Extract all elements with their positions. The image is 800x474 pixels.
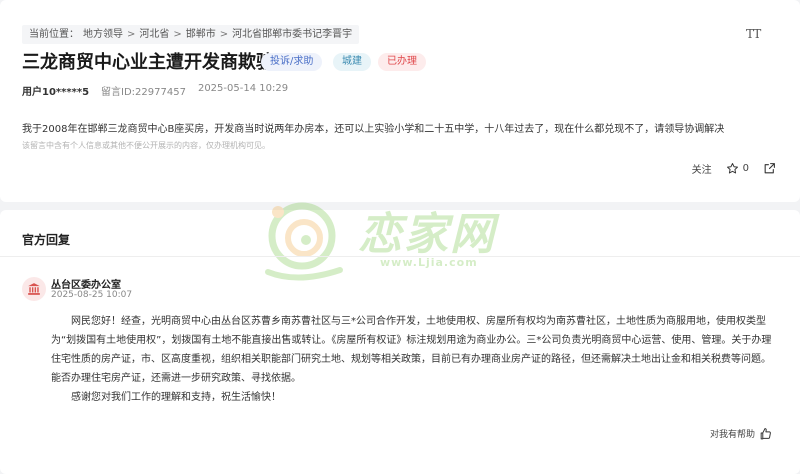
breadcrumb-label: 当前位置： bbox=[29, 29, 79, 40]
breadcrumb-separator: > bbox=[219, 29, 229, 40]
helpful-label: 对我有帮助 bbox=[709, 430, 755, 440]
username: 用户10*****5 bbox=[22, 87, 90, 98]
breadcrumb-item-region[interactable]: 地方领导 bbox=[83, 25, 123, 44]
divider bbox=[0, 256, 800, 257]
share-icon bbox=[764, 163, 775, 174]
font-size-icon[interactable]: TT bbox=[746, 27, 761, 41]
reply-paragraph: 感谢您对我们工作的理解和支持，祝生活愉快！ bbox=[71, 392, 281, 403]
message-datetime: 2025-05-14 10:29 bbox=[197, 83, 289, 94]
like-count: 0 bbox=[742, 163, 749, 174]
thumbs-up-icon bbox=[760, 428, 771, 440]
department-name: 丛台区委办公室 bbox=[51, 280, 121, 291]
reply-datetime: 2025-08-25 10:07 bbox=[51, 290, 133, 300]
page-title: 三龙商贸中心业主遭开发商欺骗 bbox=[22, 52, 274, 73]
breadcrumb-separator: > bbox=[173, 29, 182, 40]
field-tag: 城建 bbox=[333, 53, 371, 71]
breadcrumb-item-city[interactable]: 邯郸市 bbox=[186, 25, 216, 44]
snail-logo-icon bbox=[265, 202, 343, 281]
reply-body: 网民您好！经查，光明商贸中心由丛台区苏曹乡南苏曹社区与三*公司合作开发，土地使用… bbox=[51, 312, 779, 407]
message-card: 当前位置： 地方领导 > 河北省 > 邯郸市 > 河北省邯郸市委书记李晋宇 TT… bbox=[0, 0, 800, 202]
message-actions: 关注 0 bbox=[692, 161, 776, 176]
helpful-button[interactable]: 对我有帮助 bbox=[710, 427, 772, 440]
follow-label: 关注 bbox=[691, 165, 712, 176]
breadcrumb-item-province[interactable]: 河北省 bbox=[139, 25, 169, 44]
watermark-logo: 恋家网 www.Ljia.com bbox=[258, 192, 494, 292]
share-button[interactable] bbox=[763, 162, 776, 175]
avatar bbox=[22, 277, 46, 301]
breadcrumb: 当前位置： 地方领导 > 河北省 > 邯郸市 > 河北省邯郸市委书记李晋宇 bbox=[22, 25, 360, 44]
privacy-disclaimer: 该留言中含有个人信息或其他不便公开展示的内容，仅办理机构可见。 bbox=[22, 141, 270, 150]
status-badge: 已办理 bbox=[378, 53, 426, 71]
reply-card: 恋家网 www.Ljia.com 官方回复 丛台区委办公室 2025-08-25… bbox=[0, 202, 800, 474]
message-id: 留言ID:22977457 bbox=[101, 87, 186, 98]
breadcrumb-separator: > bbox=[127, 29, 136, 40]
government-building-icon bbox=[28, 283, 40, 295]
watermark-text: 恋家网 bbox=[358, 209, 496, 260]
reply-heading: 官方回复 bbox=[22, 233, 71, 247]
star-icon bbox=[726, 163, 738, 174]
type-tag: 投诉/求助 bbox=[261, 53, 323, 71]
message-content: 我于2008年在邯郸三龙商贸中心B座买房，开发商当时说两年办房本，还可以上实验小… bbox=[22, 124, 725, 135]
watermark-url: www.Ljia.com bbox=[380, 256, 478, 269]
breadcrumb-item-leader[interactable]: 河北省邯郸市委书记李晋宇 bbox=[232, 25, 352, 44]
reply-paragraph: 网民您好！经查，光明商贸中心由丛台区苏曹乡南苏曹社区与三*公司合作开发，土地使用… bbox=[51, 316, 772, 384]
message-meta: 用户10*****5 留言ID:22977457 2025-05-14 10:2… bbox=[22, 83, 288, 98]
follow-button[interactable]: 关注 bbox=[692, 161, 712, 176]
like-button[interactable]: 0 bbox=[726, 162, 749, 175]
